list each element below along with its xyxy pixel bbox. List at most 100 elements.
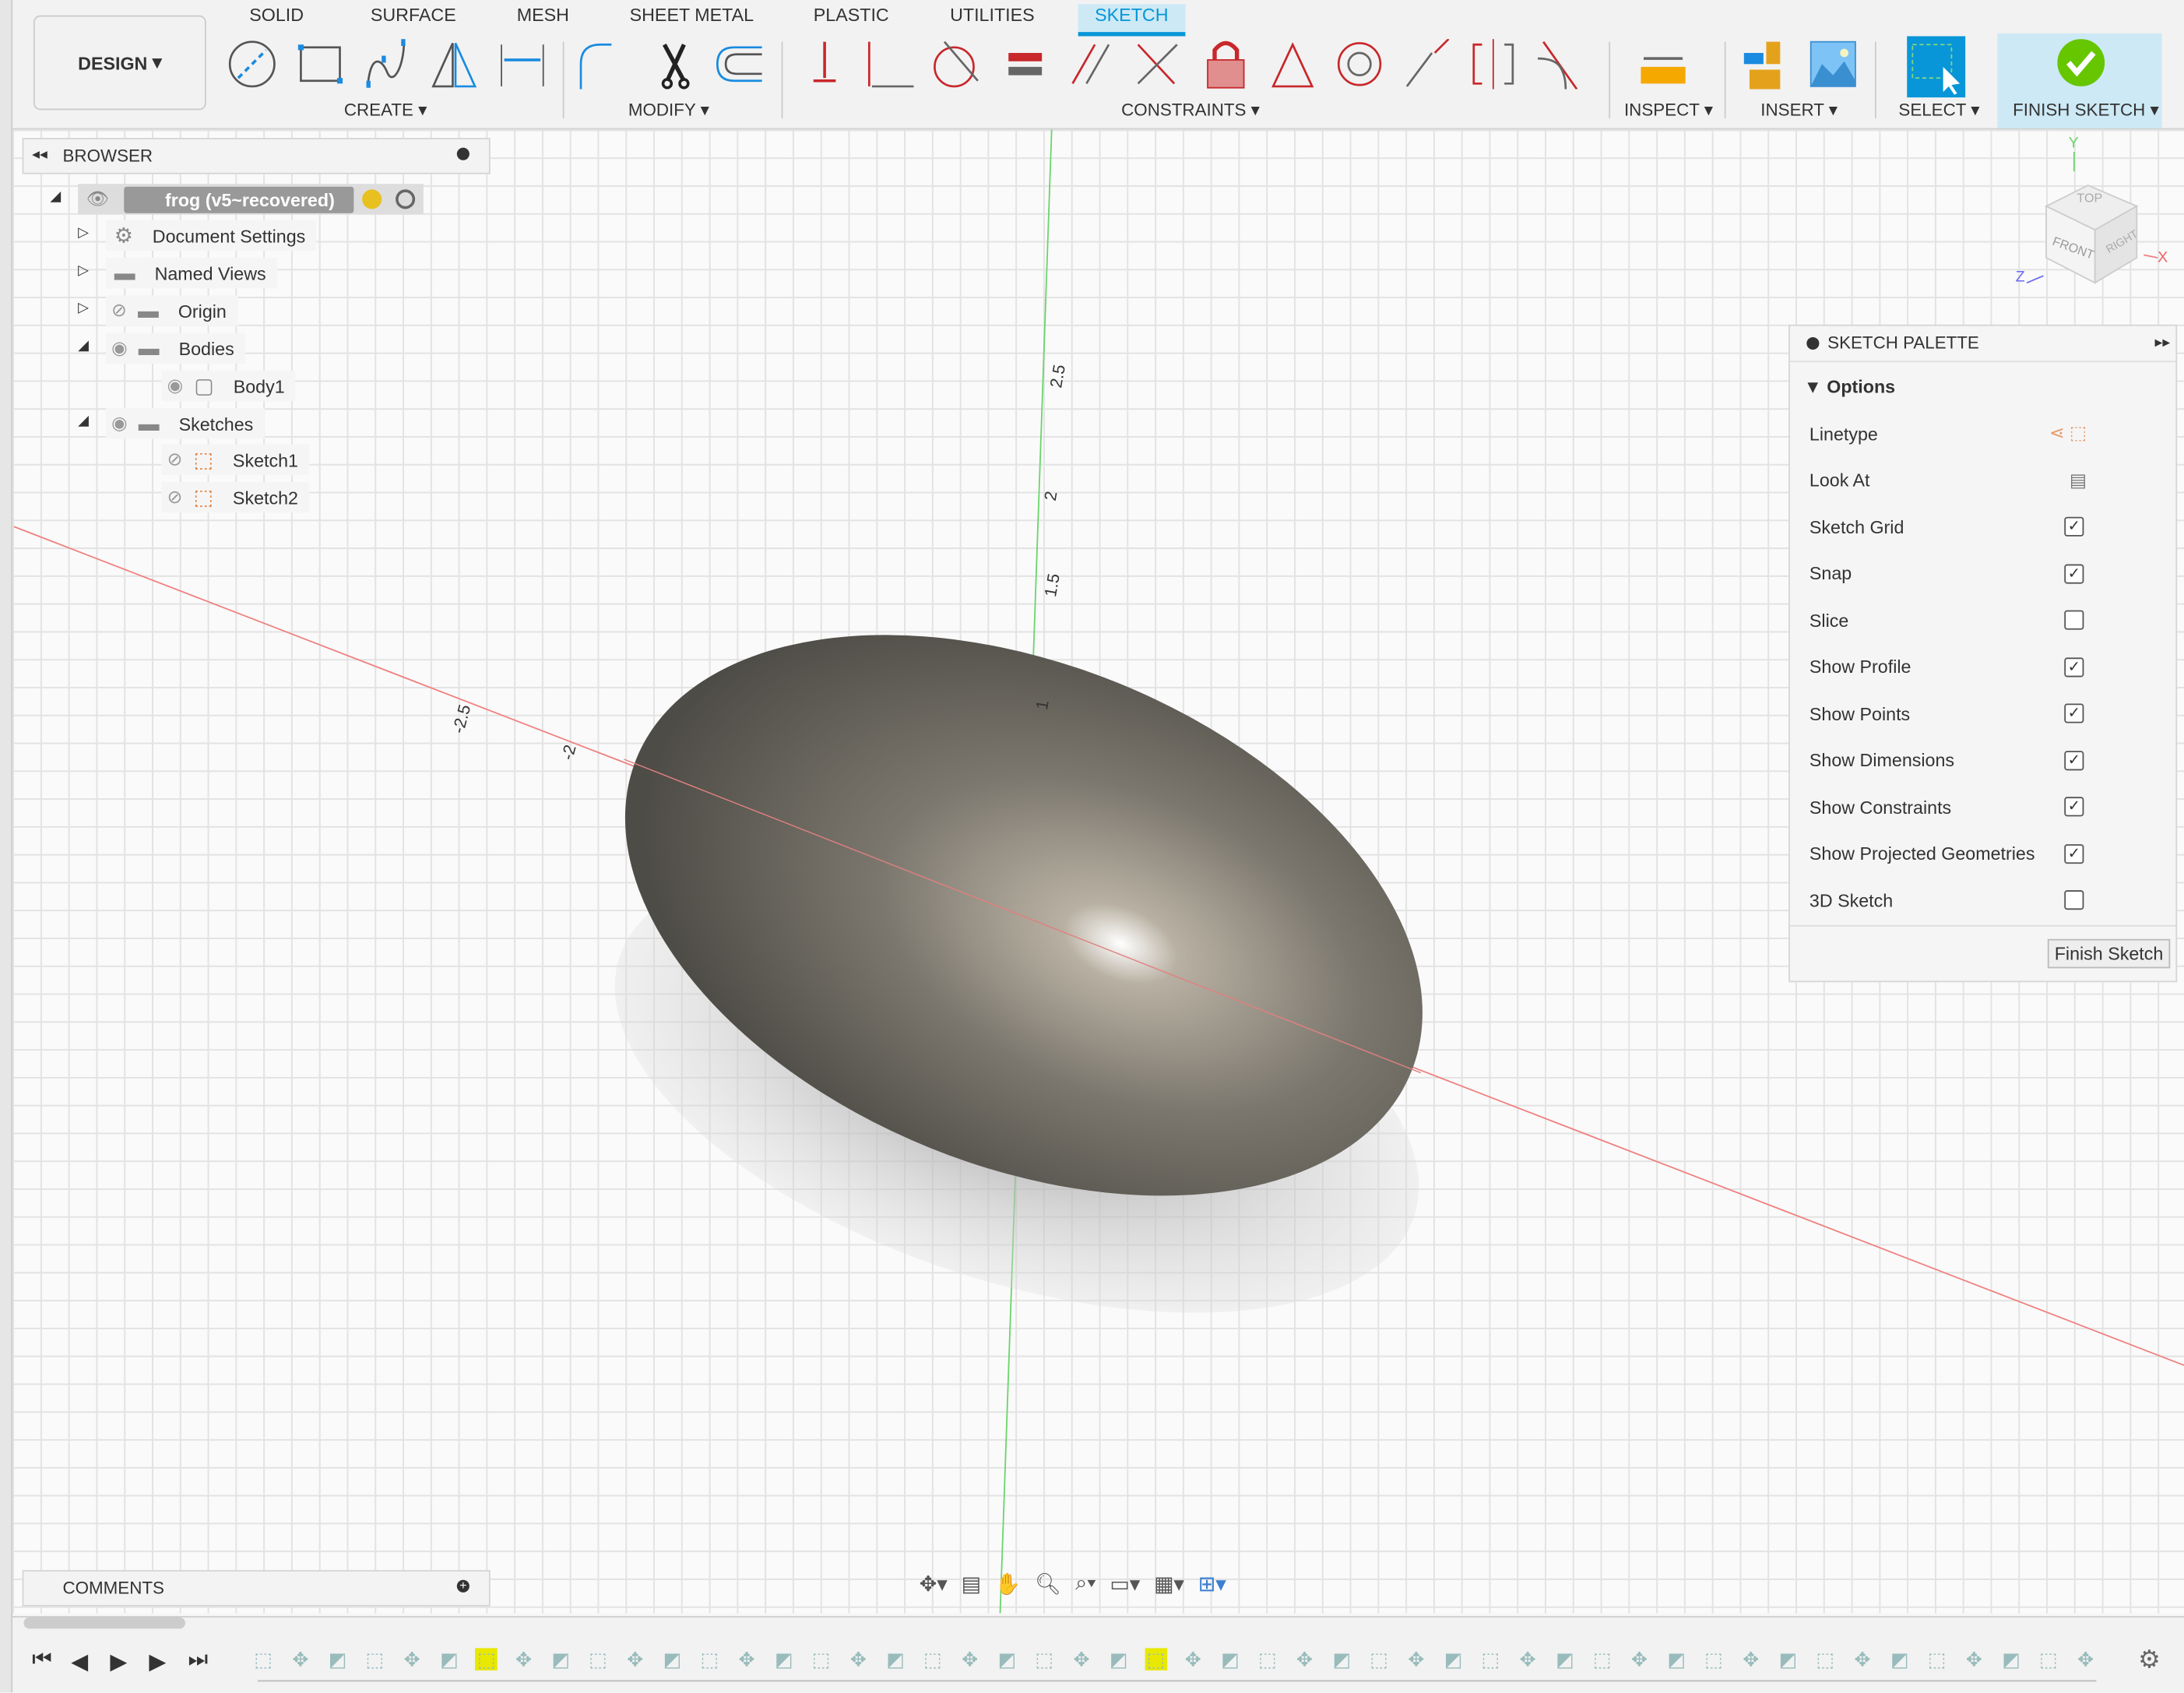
- create-menu[interactable]: CREATE ▾: [344, 99, 427, 120]
- step-forward-icon[interactable]: ▶︎: [149, 1648, 166, 1676]
- browser-minimize-icon[interactable]: [456, 147, 470, 160]
- measure-icon[interactable]: [1638, 39, 1688, 89]
- activate-radio-icon[interactable]: [396, 189, 416, 209]
- timeline-feature-icon[interactable]: ✥: [958, 1648, 981, 1670]
- select-menu[interactable]: SELECT ▾: [1898, 99, 1979, 120]
- browser-item[interactable]: ⊘ ⬚ Sketch2: [161, 481, 310, 513]
- timeline-feature-icon[interactable]: ◩: [1554, 1648, 1577, 1670]
- option-checkbox[interactable]: ✓: [2064, 656, 2084, 677]
- go-to-end-icon[interactable]: ⏭: [188, 1648, 209, 1673]
- timeline-feature-icon[interactable]: ◩: [1331, 1648, 1353, 1670]
- constraints-menu[interactable]: CONSTRAINTS ▾: [1121, 99, 1260, 120]
- timeline-feature-icon[interactable]: ◩: [2000, 1648, 2023, 1670]
- timeline-feature-icon[interactable]: ⬚: [475, 1648, 498, 1671]
- go-to-start-icon[interactable]: ⏮: [32, 1648, 52, 1673]
- timeline-feature-icon[interactable]: ✥: [290, 1648, 312, 1670]
- timeline-feature-icon[interactable]: ⬚: [1591, 1648, 1613, 1670]
- timeline-feature-icon[interactable]: ✥: [1517, 1648, 1539, 1670]
- eye-hidden-icon[interactable]: ⊘: [167, 486, 183, 509]
- insert-svg-icon[interactable]: [1741, 39, 1791, 90]
- eye-icon[interactable]: ◉: [167, 375, 183, 397]
- dimension-icon[interactable]: [498, 39, 547, 89]
- linetype-construction-icon[interactable]: ⋖ ⬚: [2049, 422, 2087, 445]
- finish-sketch-palette-button[interactable]: Finish Sketch: [2047, 938, 2171, 969]
- timeline-feature-icon[interactable]: ◩: [1107, 1648, 1130, 1670]
- timeline-feature-icon[interactable]: ⬚: [364, 1648, 386, 1670]
- timeline-feature-icon[interactable]: ◩: [1889, 1648, 1911, 1670]
- timeline-feature-icon[interactable]: ⬚: [2038, 1648, 2060, 1670]
- timeline-feature-icon[interactable]: ⬚: [1479, 1648, 1502, 1670]
- timeline-feature-icon[interactable]: ◩: [1665, 1648, 1688, 1670]
- timeline-feature-icon[interactable]: ⬚: [1368, 1648, 1391, 1670]
- option-checkbox[interactable]: ✓: [2064, 516, 2084, 537]
- option-checkbox[interactable]: ✓: [2064, 703, 2084, 723]
- zoom-window-icon[interactable]: ⌕▾: [1075, 1572, 1096, 1602]
- option-checkbox[interactable]: ✓: [2064, 563, 2084, 583]
- circle-icon[interactable]: [227, 39, 277, 89]
- finish-sketch-menu[interactable]: FINISH SKETCH ▾: [2013, 99, 2159, 120]
- tab-utilities[interactable]: UTILITIES: [950, 4, 1035, 25]
- timeline-feature-icon[interactable]: ⬚: [698, 1648, 721, 1670]
- viewports-icon[interactable]: ⊞▾: [1198, 1572, 1226, 1602]
- inspect-menu[interactable]: INSPECT ▾: [1624, 99, 1713, 120]
- fillet-icon[interactable]: [578, 39, 628, 90]
- offset-icon[interactable]: [715, 39, 765, 89]
- timeline-feature-icon[interactable]: ◩: [885, 1648, 907, 1670]
- timeline-feature-icon[interactable]: ⬚: [1926, 1648, 1948, 1670]
- timeline-feature-icon[interactable]: ✥: [1852, 1648, 1874, 1670]
- design-workspace-button[interactable]: DESIGN ▾: [33, 15, 206, 111]
- browser-item[interactable]: ⊘ ▬ Origin: [105, 295, 238, 326]
- timeline-feature-icon[interactable]: ◩: [1777, 1648, 1799, 1670]
- timeline-feature-icon[interactable]: ✥: [2074, 1648, 2097, 1670]
- expand-arrow-icon[interactable]: ◢: [78, 339, 89, 354]
- eye-icon[interactable]: ◉: [111, 337, 127, 360]
- palette-expand-icon[interactable]: ▸▸: [2154, 333, 2170, 350]
- midpoint-constraint-icon[interactable]: [1268, 39, 1317, 89]
- timeline-feature-icon[interactable]: ✥: [624, 1648, 646, 1670]
- spline-icon[interactable]: [362, 39, 412, 89]
- browser-item[interactable]: ◉ ▬ Sketches: [105, 408, 265, 439]
- timeline-feature-icon[interactable]: ◩: [996, 1648, 1018, 1670]
- timeline-feature-icon[interactable]: ⬚: [810, 1648, 832, 1670]
- add-comment-icon[interactable]: +: [456, 1579, 470, 1593]
- rectangle-icon[interactable]: [295, 39, 345, 89]
- timeline-feature-icon[interactable]: ⬚: [922, 1648, 944, 1670]
- timeline-feature-icon[interactable]: ✥: [847, 1648, 870, 1670]
- expand-arrow-icon[interactable]: ▷: [78, 263, 89, 279]
- timeline-scrollbar[interactable]: [23, 1617, 185, 1629]
- browser-item[interactable]: ▬ Named Views: [105, 257, 277, 289]
- parallel-constraint-icon[interactable]: [1067, 39, 1117, 89]
- timeline-settings-gear-icon[interactable]: ⚙: [2138, 1645, 2161, 1675]
- option-checkbox[interactable]: ✓: [2064, 750, 2084, 770]
- timeline-feature-icon[interactable]: ◩: [438, 1648, 461, 1670]
- collinear-constraint-icon[interactable]: [1401, 39, 1451, 89]
- coincident-constraint-icon[interactable]: [863, 39, 914, 89]
- timeline-feature-icon[interactable]: ✥: [512, 1648, 535, 1670]
- insert-image-icon[interactable]: [1808, 39, 1858, 89]
- eye-hidden-icon[interactable]: ⊘: [167, 449, 183, 471]
- timeline-feature-icon[interactable]: ⬚: [1145, 1648, 1167, 1671]
- timeline-feature-icon[interactable]: ⬚: [252, 1648, 275, 1670]
- perpendicular-constraint-icon[interactable]: [1132, 39, 1182, 89]
- timeline-feature-icon[interactable]: ◩: [550, 1648, 572, 1670]
- grid-settings-icon[interactable]: ▦▾: [1154, 1572, 1184, 1602]
- option-checkbox[interactable]: ✓: [2064, 797, 2084, 817]
- expand-arrow-icon[interactable]: ▷: [78, 226, 89, 241]
- concentric-constraint-icon[interactable]: [1335, 39, 1384, 89]
- tab-plastic[interactable]: PLASTIC: [814, 4, 889, 25]
- timeline-feature-icon[interactable]: ◩: [1219, 1648, 1242, 1670]
- expand-arrow-icon[interactable]: ◢: [50, 189, 61, 205]
- tab-mesh[interactable]: MESH: [517, 4, 569, 25]
- pan-hand-icon[interactable]: ✋: [995, 1572, 1021, 1602]
- trim-scissors-icon[interactable]: [650, 39, 700, 90]
- tab-sketch[interactable]: SKETCH: [1078, 4, 1185, 37]
- browser-item[interactable]: ⚙ Document Settings: [105, 220, 317, 252]
- timeline-feature-icon[interactable]: ⬚: [1703, 1648, 1725, 1670]
- comments-panel[interactable]: COMMENTS +: [22, 1570, 491, 1607]
- timeline-feature-icon[interactable]: ⬚: [587, 1648, 610, 1670]
- eye-hidden-icon[interactable]: ⊘: [111, 300, 127, 322]
- symmetry-constraint-icon[interactable]: [1468, 39, 1518, 90]
- look-at-icon[interactable]: ▤: [962, 1572, 981, 1602]
- option-checkbox[interactable]: [2064, 610, 2084, 630]
- timeline-feature-icon[interactable]: ✥: [1293, 1648, 1316, 1670]
